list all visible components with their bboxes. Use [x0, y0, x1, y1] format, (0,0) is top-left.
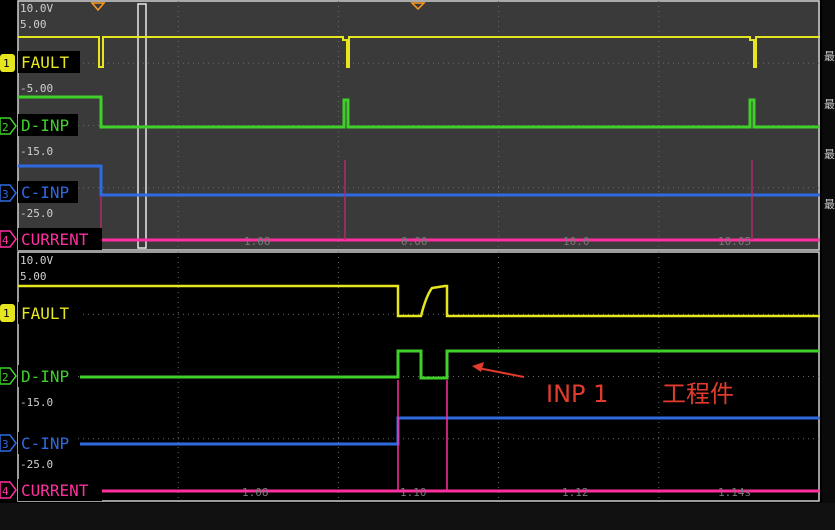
top-scale-label: -15.0	[20, 145, 53, 158]
bottom-scale-label: 10.0V	[20, 254, 53, 267]
marker-number: 2	[2, 371, 9, 384]
marker-number: 4	[2, 485, 9, 498]
top-time-tick: 1.08	[244, 235, 271, 248]
bottom-time-tick: 1.14s	[718, 486, 751, 499]
top-time-tick: 10.0	[563, 235, 590, 248]
marker-number: 3	[2, 438, 9, 451]
right-status-bar	[822, 0, 835, 530]
side-readout-glyph: 最	[824, 198, 835, 211]
bottom-status-bar	[0, 503, 835, 530]
bottom-label-c-inp: C-INP	[21, 434, 69, 453]
bottom-time-tick: 1.08	[242, 486, 269, 499]
bottom-scale-label: -25.0	[20, 458, 53, 471]
side-readout-glyph: 最	[824, 50, 835, 63]
bottom-label-current: CURRENT	[21, 481, 89, 500]
top-scale-label: -5.00	[20, 82, 53, 95]
annotation-label-cn: 工程件	[662, 380, 734, 408]
side-readout-glyph: 最	[824, 148, 835, 161]
top-scale-label: -25.0	[20, 207, 53, 220]
top-time-tick: 0.00	[401, 235, 428, 248]
annotation-label: INP 1	[546, 380, 608, 408]
bottom-scale-label: 5.00	[20, 270, 47, 283]
top-label-current: CURRENT	[21, 230, 89, 249]
top-scale-label: 10.0V	[20, 2, 53, 15]
top-scale-label: 5.00	[20, 18, 47, 31]
channel-marker-fault[interactable]: 1	[0, 304, 15, 322]
bottom-label-d-inp: D-INP	[21, 367, 69, 386]
bottom-scale-label: -15.0	[20, 396, 53, 409]
bottom-label-fault: FAULT	[21, 304, 70, 323]
top-label-fault: FAULT	[21, 53, 70, 72]
oscilloscope-screen: 10.0V 5.00 -5.00 -15.0 -25.0 10.0V 5.00 …	[0, 0, 835, 530]
marker-number: 3	[2, 188, 9, 201]
top-time-tick: 10.05	[718, 235, 751, 248]
top-label-c-inp: C-INP	[21, 183, 69, 202]
marker-number: 1	[3, 307, 10, 320]
marker-number: 1	[3, 57, 10, 70]
side-readout-glyph: 最	[824, 98, 835, 111]
channel-marker-fault[interactable]: 1	[0, 54, 15, 72]
top-label-d-inp: D-INP	[21, 116, 69, 135]
marker-number: 4	[2, 234, 9, 247]
bottom-time-tick: 1.10	[400, 486, 427, 499]
bottom-time-tick: 1.12	[562, 486, 589, 499]
marker-number: 2	[2, 121, 9, 134]
